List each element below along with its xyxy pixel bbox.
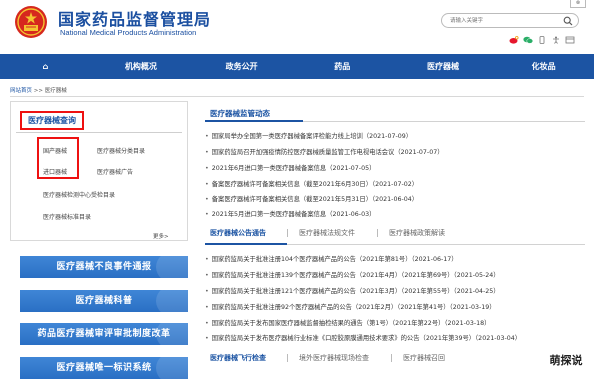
news-item[interactable]: 2021年5月进口第一类医疗器械备案信息（2021-06-03） [205,209,376,218]
nav-medical-devices[interactable]: 医疗器械 [393,54,494,79]
link-standards-catalog[interactable]: 医疗器械标准目录 [43,212,91,221]
wechat-icon[interactable] [523,36,534,44]
banner-udi-system[interactable]: 医疗器械唯一标识系统 [20,357,188,379]
tab-separator [391,354,392,362]
link-domestic-devices[interactable]: 国产器械 [43,146,67,155]
announcement-item[interactable]: 国家药监局关于批准注册104个医疗器械产品的公告（2021年第81号）（2021… [205,254,458,263]
device-query-panel: 医疗器械查询 国产器械 医疗器械分类目录 进口器械 医疗器械广告 医疗器械检测中… [10,101,188,241]
more-link[interactable]: 更多> [153,232,169,240]
watermark: 萌探说 [548,348,584,374]
nav-government-affairs[interactable]: 政务公开 [191,54,292,79]
banner-science-popularization[interactable]: 医疗器械科普 [20,290,188,312]
tab-separator [287,229,288,237]
announcement-tabs: 医疗器械公告通告 医疗器械法规文件 医疗器械政策解读 [205,228,585,244]
link-device-classification[interactable]: 医疗器械分类目录 [97,146,145,155]
news-item[interactable]: 备案医疗器械许可备案相关信息（截至2021年6月30日）（2021-07-02） [205,179,418,188]
national-emblem-icon[interactable] [14,5,48,39]
announcement-item[interactable]: 国家药监局关于发布医疗器械行业标准《口腔胶原膜通用技术要求》的公告（2021年第… [205,333,521,342]
search-box [441,13,579,28]
announcement-item[interactable]: 国家药监局关于发布国家医疗器械监督抽检结果的通告（第1号）（2021年第22号）… [205,318,491,327]
phone-icon[interactable] [537,36,547,44]
section-title-regulatory-news[interactable]: 医疗器械监管动态 [210,108,270,119]
announcement-item[interactable]: 国家药监局关于批准注册139个医疗器械产品的公告（2021年4月）（2021年第… [205,270,500,279]
inspection-tabs: 医疗器械飞行检查 境外医疗器械现场检查 医疗器械召回 [205,353,585,367]
link-device-ads[interactable]: 医疗器械广告 [97,167,133,176]
banner-review-reform[interactable]: 药品医疗器械审评审批制度改革 [20,323,188,345]
app-corner-tab[interactable]: ⊗ [570,0,586,8]
tab-regulations[interactable]: 医疗器械法规文件 [299,228,355,238]
device-query-title: 医疗器械查询 [20,111,84,130]
tab-device-recall[interactable]: 医疗器械召回 [403,353,445,363]
breadcrumb-separator: >> [32,88,45,94]
site-title-english: National Medical Products Administration [60,28,197,37]
breadcrumb-home[interactable]: 网站首页 [10,88,32,94]
nav-drugs[interactable]: 药品 [292,54,393,79]
tab-policy-interpretation[interactable]: 医疗器械政策解读 [389,228,445,238]
link-testing-center-catalog[interactable]: 医疗器械检测中心受检目录 [43,190,115,199]
divider [16,132,182,133]
search-icon[interactable] [563,16,573,26]
weibo-icon[interactable] [509,36,519,44]
nav-about[interactable]: 机构概况 [91,54,192,79]
announcement-item[interactable]: 国家药监局关于批准注册121个医疗器械产品的公告（2021年3月）（2021年第… [205,286,500,295]
search-input[interactable] [450,15,558,26]
news-item[interactable]: 备案医疗器械许可备案相关信息（截至2021年5月31日）（2021-06-04） [205,194,418,203]
share-icons [509,35,575,45]
site-title[interactable]: 国家药品监督管理局 [58,6,211,30]
tab-flight-inspection[interactable]: 医疗器械飞行检查 [210,353,266,363]
news-item[interactable]: 国家局举办全国第一类医疗器械备案评检能力线上培训（2021-07-09） [205,131,412,140]
accessibility-icon[interactable] [551,36,561,44]
divider [10,96,584,97]
link-imported-devices[interactable]: 进口器械 [43,167,67,176]
tab-separator [377,229,378,237]
breadcrumb: 网站首页 >> 医疗器械 [10,86,67,94]
tab-announcements[interactable]: 医疗器械公告通告 [210,228,266,238]
nav-cosmetics[interactable]: 化妆品 [493,54,594,79]
news-item[interactable]: 国家药监局召开加强疫情防控医疗器械质量监管工作电视电话会议（2021-07-07… [205,147,444,156]
banner-adverse-events[interactable]: 医疗器械不良事件通报 [20,256,188,278]
nav-home[interactable]: ⌂ [0,54,91,79]
divider [205,120,303,122]
announcement-item[interactable]: 国家药监局关于批准注册92个医疗器械产品的公告（2021年2月）（2021年第4… [205,302,496,311]
tab-separator [287,354,288,362]
breadcrumb-current[interactable]: 医疗器械 [45,88,67,94]
site-header: 国家药品监督管理局 National Medical Products Admi… [0,0,594,52]
news-item[interactable]: 2021年6月进口第一类医疗器械备案信息（2021-07-05） [205,163,376,172]
divider [205,243,287,245]
main-nav: ⌂ 机构概况 政务公开 药品 医疗器械 化妆品 [0,54,594,79]
menu-icon[interactable] [565,36,575,44]
tab-overseas-inspection[interactable]: 境外医疗器械现场检查 [299,353,369,363]
